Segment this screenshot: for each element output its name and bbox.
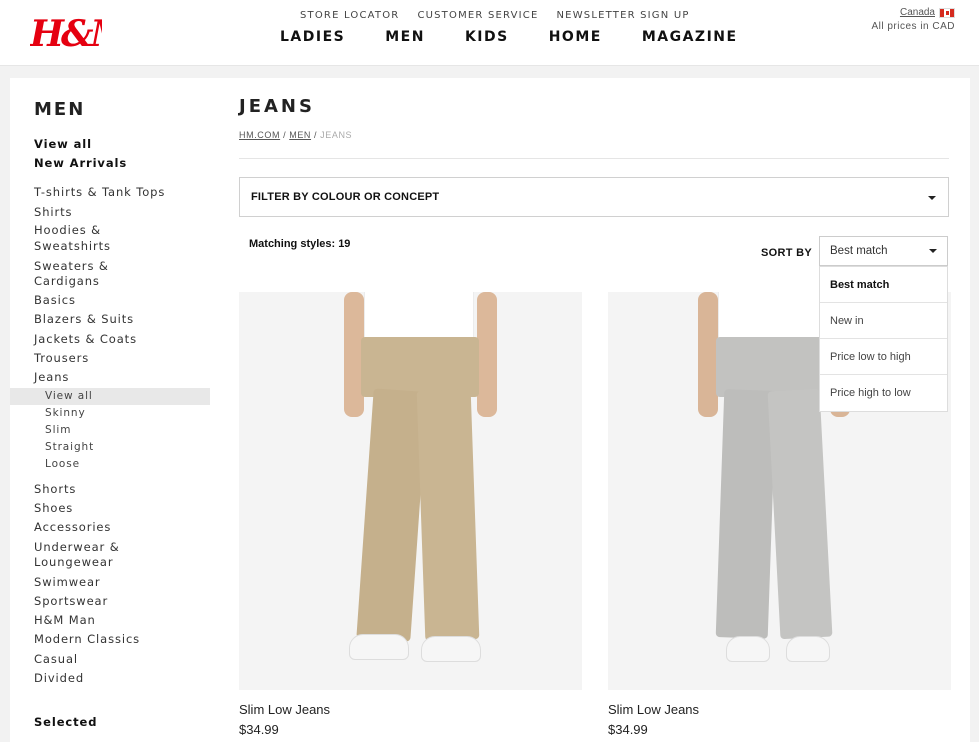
sidebar-item-shoes[interactable]: Shoes bbox=[34, 501, 73, 516]
product-price: $34.99 bbox=[239, 722, 279, 737]
hm-logo[interactable]: H&M bbox=[30, 6, 102, 56]
sidebar-item-hoodies[interactable]: Hoodies & bbox=[34, 223, 101, 238]
jeans-leg-right bbox=[767, 388, 833, 640]
breadcrumb-men[interactable]: MEN bbox=[289, 130, 311, 140]
jeans-leg-left bbox=[715, 389, 777, 639]
sidebar-sub-view-all[interactable]: View all bbox=[45, 390, 93, 402]
chevron-down-icon bbox=[929, 249, 937, 253]
breadcrumb-separator: / bbox=[283, 130, 287, 140]
jeans-leg-right bbox=[416, 389, 480, 641]
product-name[interactable]: Slim Low Jeans bbox=[239, 702, 330, 717]
sidebar-item-casual[interactable]: Casual bbox=[34, 652, 78, 667]
sidebar-item-underwear-line2[interactable]: Loungewear bbox=[34, 555, 113, 570]
nav-kids[interactable]: KIDS bbox=[465, 29, 509, 45]
sidebar-item-sweaters-line2[interactable]: Cardigans bbox=[34, 274, 100, 289]
site-header: H&M STORE LOCATOR CUSTOMER SERVICE NEWSL… bbox=[0, 0, 979, 66]
sidebar-item-sweaters[interactable]: Sweaters & bbox=[34, 259, 109, 274]
canada-flag-icon bbox=[939, 7, 955, 18]
chevron-down-icon bbox=[928, 196, 936, 200]
nav-ladies[interactable]: LADIES bbox=[280, 29, 345, 45]
sidebar-item-hm-man[interactable]: H&M Man bbox=[34, 613, 96, 628]
sort-select[interactable]: Best match bbox=[819, 236, 948, 266]
breadcrumb-separator: / bbox=[314, 130, 318, 140]
sidebar-item-tshirts[interactable]: T-shirts & Tank Tops bbox=[34, 185, 165, 200]
model-shoe bbox=[421, 636, 481, 662]
model-shoe bbox=[349, 634, 409, 660]
sidebar-item-hoodies-line2[interactable]: Sweatshirts bbox=[34, 239, 111, 254]
nav-magazine[interactable]: MAGAZINE bbox=[642, 29, 738, 45]
filter-label: FILTER BY COLOUR OR CONCEPT bbox=[251, 191, 440, 203]
divider bbox=[239, 158, 949, 159]
sidebar-sub-loose[interactable]: Loose bbox=[45, 458, 80, 470]
category-sidebar: MEN View all New Arrivals T-shirts & Tan… bbox=[10, 78, 210, 742]
model-arm bbox=[477, 292, 497, 417]
nav-men[interactable]: MEN bbox=[385, 29, 425, 45]
matching-count: 19 bbox=[338, 238, 351, 250]
breadcrumb: HM.COM / MEN / JEANS bbox=[239, 130, 352, 140]
jeans-waist bbox=[716, 337, 832, 397]
main-nav: LADIES MEN KIDS HOME MAGAZINE bbox=[280, 29, 738, 45]
sort-options-menu: Best match New in Price low to high Pric… bbox=[819, 266, 948, 412]
filter-dropdown[interactable]: FILTER BY COLOUR OR CONCEPT bbox=[239, 177, 949, 217]
country-selector: Canada All prices in CAD bbox=[871, 7, 955, 32]
sidebar-selected-title: Selected bbox=[34, 715, 98, 729]
utility-links: STORE LOCATOR CUSTOMER SERVICE NEWSLETTE… bbox=[300, 10, 690, 21]
page-title: JEANS bbox=[239, 96, 315, 117]
model-shirt bbox=[364, 292, 474, 340]
prices-note: All prices in CAD bbox=[871, 21, 955, 32]
newsletter-link[interactable]: NEWSLETTER SIGN UP bbox=[557, 10, 690, 21]
product-image[interactable] bbox=[239, 292, 582, 690]
sidebar-item-shirts[interactable]: Shirts bbox=[34, 205, 72, 220]
sidebar-item-shorts[interactable]: Shorts bbox=[34, 482, 76, 497]
sort-label: SORT BY bbox=[761, 247, 812, 259]
sidebar-item-trousers[interactable]: Trousers bbox=[34, 351, 89, 366]
sidebar-item-new-arrivals[interactable]: New Arrivals bbox=[34, 156, 127, 171]
product-name[interactable]: Slim Low Jeans bbox=[608, 702, 699, 717]
country-link[interactable]: Canada bbox=[900, 7, 935, 18]
product-card: Slim Low Jeans $34.99 bbox=[239, 292, 582, 737]
active-item-highlight bbox=[10, 388, 210, 405]
breadcrumb-home[interactable]: HM.COM bbox=[239, 130, 280, 140]
model-shirt bbox=[718, 292, 828, 340]
store-locator-link[interactable]: STORE LOCATOR bbox=[300, 10, 399, 21]
logo-text: H&M bbox=[30, 13, 102, 55]
breadcrumb-current: JEANS bbox=[320, 130, 353, 140]
sort-option-price-high-low[interactable]: Price high to low bbox=[820, 375, 947, 411]
sort-option-best-match[interactable]: Best match bbox=[820, 267, 947, 303]
product-price: $34.99 bbox=[608, 722, 648, 737]
matching-styles: Matching styles: 19 bbox=[249, 238, 350, 250]
nav-home[interactable]: HOME bbox=[549, 29, 602, 45]
sidebar-sub-slim[interactable]: Slim bbox=[45, 424, 71, 436]
sidebar-item-blazers[interactable]: Blazers & Suits bbox=[34, 312, 134, 327]
sort-option-price-low-high[interactable]: Price low to high bbox=[820, 339, 947, 375]
model-shoe bbox=[786, 636, 830, 662]
sidebar-item-jackets[interactable]: Jackets & Coats bbox=[34, 332, 137, 347]
sort-option-new-in[interactable]: New in bbox=[820, 303, 947, 339]
customer-service-link[interactable]: CUSTOMER SERVICE bbox=[417, 10, 538, 21]
sidebar-item-accessories[interactable]: Accessories bbox=[34, 520, 111, 535]
sidebar-item-modern-classics[interactable]: Modern Classics bbox=[34, 632, 140, 647]
sidebar-sub-straight[interactable]: Straight bbox=[45, 441, 94, 453]
model-arm bbox=[698, 292, 718, 417]
sidebar-item-sportswear[interactable]: Sportswear bbox=[34, 594, 108, 609]
sidebar-item-basics[interactable]: Basics bbox=[34, 293, 76, 308]
sidebar-title: MEN bbox=[34, 99, 86, 120]
sidebar-item-view-all[interactable]: View all bbox=[34, 137, 92, 152]
sidebar-item-swimwear[interactable]: Swimwear bbox=[34, 575, 101, 590]
matching-label: Matching styles: bbox=[249, 238, 336, 250]
sidebar-sub-skinny[interactable]: Skinny bbox=[45, 407, 86, 419]
model-shoe bbox=[726, 636, 770, 662]
sort-value: Best match bbox=[830, 245, 888, 257]
sidebar-item-divided[interactable]: Divided bbox=[34, 671, 84, 686]
sidebar-item-underwear[interactable]: Underwear & bbox=[34, 540, 120, 555]
content-panel: MEN View all New Arrivals T-shirts & Tan… bbox=[10, 78, 970, 742]
sidebar-item-jeans[interactable]: Jeans bbox=[34, 370, 69, 385]
